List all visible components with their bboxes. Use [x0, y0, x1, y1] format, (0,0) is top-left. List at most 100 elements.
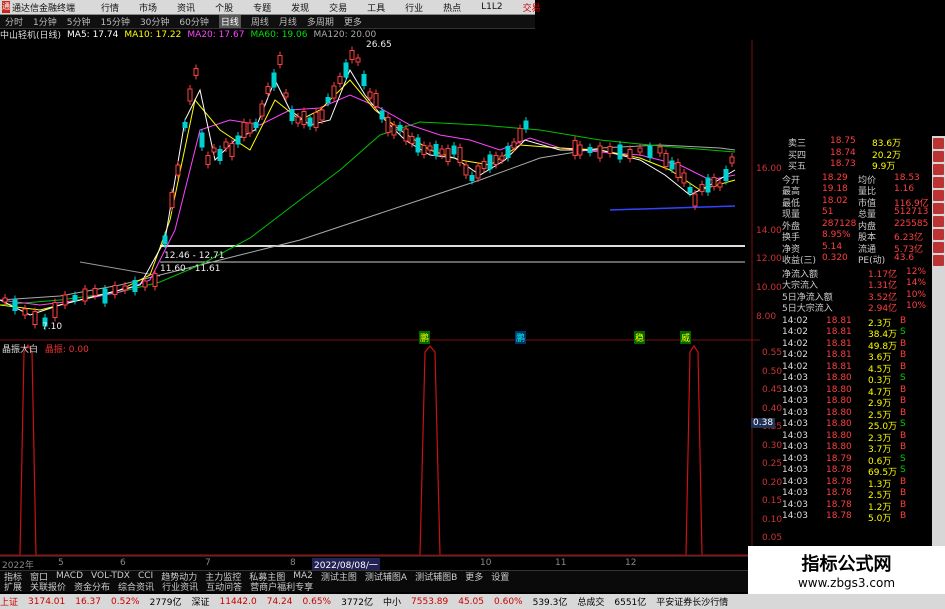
candle-body: [52, 302, 58, 318]
order-level-label: 买五: [788, 162, 807, 172]
zx-change: 45.05: [458, 596, 484, 607]
candle-body: [313, 112, 319, 128]
candle-body: [217, 149, 223, 161]
chart-canvas[interactable]: [0, 0, 760, 570]
candle-body: [343, 62, 349, 78]
candle-body: [122, 285, 128, 291]
quote-row: 最低 18.02 市值 116.9亿: [760, 196, 932, 209]
side-tool-icon[interactable]: [933, 138, 944, 149]
candle-body: [301, 111, 307, 125]
tick-price: 18.80: [826, 430, 852, 441]
candle-body: [211, 147, 217, 153]
tick-side: S: [900, 373, 906, 383]
tick-side: B: [900, 361, 907, 372]
candle-body: [319, 109, 325, 121]
candle-body: [463, 164, 469, 176]
tick-price: 18.80: [826, 442, 852, 452]
candle-body: [517, 128, 523, 142]
sz-label[interactable]: 深证: [192, 595, 210, 608]
stat-value: 8.95%: [822, 230, 851, 240]
toolbar-item[interactable]: 行业资讯: [162, 580, 198, 593]
candle-body: [699, 184, 705, 192]
tick-price: 18.80: [826, 419, 852, 429]
candle-body: [182, 122, 188, 128]
candle-body: [349, 50, 355, 60]
quote-row: 净资 5.14 流通 5.73亿: [760, 242, 932, 255]
signal-marker: 鹏: [515, 331, 527, 344]
tick-price: 18.80: [826, 407, 852, 418]
toolbar-item[interactable]: 营商户福利专享: [250, 580, 313, 593]
toolbar-item[interactable]: 扩展: [4, 580, 22, 593]
side-tool-icon[interactable]: [933, 203, 944, 214]
stat-value: 287128: [822, 218, 857, 229]
sz-pct: 0.65%: [302, 596, 332, 607]
sz-amount: 3772亿: [341, 598, 373, 608]
candle-body: [499, 155, 505, 161]
candle-body: [469, 175, 475, 181]
quote-row: 外盘 287128 内盘 225585: [760, 218, 932, 232]
stat-value: 18.29: [822, 172, 848, 183]
candle-body: [687, 187, 693, 193]
sh-label[interactable]: 上证: [0, 595, 18, 608]
candle-body: [457, 147, 463, 163]
zx-label[interactable]: 中小: [383, 595, 401, 608]
tick-price: 18.79: [826, 453, 852, 464]
side-tool-icon[interactable]: [933, 216, 944, 227]
candle-body: [663, 153, 669, 167]
candle-body: [355, 57, 361, 63]
stat-value: 1.16: [894, 184, 915, 194]
side-tool-icon[interactable]: [933, 255, 944, 266]
tick-side: B: [900, 476, 907, 487]
broker-name: 平安证券长沙行情: [656, 598, 729, 608]
toolbar-item[interactable]: 资金分布: [74, 580, 110, 593]
tick-price: 18.81: [826, 338, 852, 349]
candle-body: [617, 144, 623, 160]
toolbar-item[interactable]: 互动问答: [206, 580, 242, 593]
tick-time: 14:02: [782, 361, 808, 372]
date-label: 5: [58, 558, 64, 568]
quote-row: 14:03 18.80 4.7万 B: [760, 384, 932, 398]
flow-value: 2.94亿: [868, 304, 898, 314]
quote-row: 买四 18.74 20.2万: [760, 148, 932, 161]
candle-body: [142, 280, 148, 288]
candle-body: [729, 156, 735, 164]
stat-value: 18.53: [894, 172, 920, 183]
side-tool-icon[interactable]: [933, 151, 944, 162]
tick-side: S: [900, 327, 906, 337]
tick-side: B: [900, 396, 907, 406]
quote-panel: 卖三 18.75 83.6万 买四 18.74 20.2万 买五 18.73 9.9万 今开 18.…: [760, 136, 932, 570]
tick-side: B: [900, 338, 907, 349]
candle-body: [229, 143, 235, 157]
tick-price: 18.80: [826, 396, 852, 406]
indicator-name[interactable]: 晶振大白: [2, 345, 38, 355]
candle-body: [373, 93, 379, 107]
candle-body: [337, 76, 343, 84]
tick-time: 14:03: [782, 419, 808, 429]
candle-body: [175, 164, 181, 176]
toolbar-item[interactable]: 综合资讯: [118, 580, 154, 593]
candle-body: [692, 193, 698, 207]
trend-line: [609, 205, 736, 211]
tick-price: 18.80: [826, 384, 852, 395]
stat-value: 43.6: [894, 253, 915, 263]
candle-body: [102, 288, 108, 304]
tick-time: 14:03: [782, 488, 808, 498]
tick-price: 18.80: [826, 373, 852, 383]
quote-row: 14:03 18.78 69.5万 S: [760, 465, 932, 478]
candle-body: [587, 147, 593, 153]
candle-body: [511, 141, 517, 149]
candle-body: [283, 92, 289, 98]
watermark: 指标公式网 www.zbgs3.com: [748, 546, 945, 594]
candle-body: [247, 122, 253, 134]
side-tool-icon[interactable]: [933, 229, 944, 240]
side-tool-icon[interactable]: [933, 242, 944, 253]
side-tool-icon[interactable]: [933, 190, 944, 201]
quote-row: 14:03 18.80 25.0万 S: [760, 419, 932, 432]
side-tool-icon[interactable]: [933, 164, 944, 175]
toolbar-item[interactable]: 关联报价: [30, 580, 66, 593]
quote-row: 换手 8.95% 股本 6.23亿: [760, 230, 932, 243]
side-tool-icon[interactable]: [933, 177, 944, 188]
quote-row: 14:03 18.78 2.5万 B: [760, 488, 932, 501]
candle-body: [289, 109, 295, 121]
flow-percent: 10%: [906, 289, 927, 300]
